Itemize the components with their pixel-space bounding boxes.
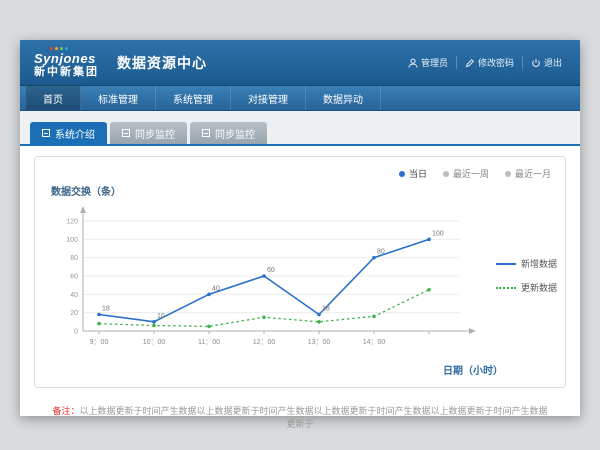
logo-dots-icon [50, 47, 99, 50]
svg-text:9：00: 9：00 [90, 339, 109, 346]
change-password-button[interactable]: 修改密码 [456, 56, 522, 69]
tab-grid-icon [42, 129, 50, 137]
period-legend: 当日 最近一周 最近一月 [399, 167, 551, 180]
app-header: Synjones 新中新集团 数据资源中心 管理员 修改密码 退出 [20, 40, 580, 86]
tab-sync-monitor-1-label: 同步监控 [135, 126, 175, 141]
svg-text:120: 120 [66, 219, 78, 226]
logout-icon [531, 58, 541, 68]
tab-sync-monitor-2-label: 同步监控 [215, 126, 255, 141]
series-line-sample-icon [496, 263, 516, 265]
legend-series-new-data[interactable]: 新增数据 [496, 257, 557, 270]
content-area: 系统介绍 同步监控 同步监控 当日 最近一周 最近一月 数据交换（条） 0 20 40 60 8… [20, 111, 580, 415]
legend-last-month[interactable]: 最近一月 [505, 167, 551, 180]
legend-dot-icon [399, 171, 405, 177]
svg-text:100: 100 [432, 230, 444, 237]
nav-item-standards[interactable]: 标准管理 [81, 86, 156, 110]
svg-text:60: 60 [70, 274, 78, 281]
tab-strip: 系统介绍 同步监控 同步监控 [20, 111, 580, 144]
nav-item-home[interactable]: 首页 [26, 86, 81, 110]
nav-item-data-change[interactable]: 数据异动 [306, 86, 381, 110]
svg-text:13：00: 13：00 [308, 339, 331, 346]
user-icon [408, 58, 418, 68]
legend-series-updated-data[interactable]: 更新数据 [496, 281, 557, 294]
nav-item-integration[interactable]: 对接管理 [231, 86, 306, 110]
tab-sync-monitor-2[interactable]: 同步监控 [190, 122, 267, 144]
svg-text:80: 80 [377, 249, 385, 256]
chart-x-axis-title: 日期（小时） [443, 362, 503, 377]
page-title: 数据资源中心 [117, 53, 207, 73]
svg-text:80: 80 [70, 255, 78, 262]
svg-text:40: 40 [70, 292, 78, 299]
legend-last-week[interactable]: 最近一周 [443, 167, 489, 180]
nav-item-system[interactable]: 系统管理 [156, 86, 231, 110]
tab-sync-monitor-1[interactable]: 同步监控 [110, 122, 187, 144]
app-window: Synjones 新中新集团 数据资源中心 管理员修改密码退出 首页标准管理系统… [20, 40, 580, 416]
series-legend: 新增数据更新数据 [496, 257, 557, 305]
brand-logo-text: Synjones [34, 52, 99, 65]
logout-button-label: 退出 [544, 56, 562, 69]
tab-underline [20, 144, 580, 146]
legend-today-label: 当日 [409, 167, 427, 180]
svg-text:18: 18 [322, 306, 330, 313]
change-password-button-label: 修改密码 [478, 56, 514, 69]
edit-icon [465, 58, 475, 68]
remark-label: 备注： [52, 406, 79, 416]
series-line-sample-icon [496, 287, 516, 289]
legend-last-month-label: 最近一月 [515, 167, 551, 180]
admin-user-button-label: 管理员 [421, 56, 448, 69]
main-nav: 首页标准管理系统管理对接管理数据异动 [20, 86, 580, 111]
brand-logo: Synjones 新中新集团 [34, 47, 99, 78]
tab-system-intro-label: 系统介绍 [55, 126, 95, 141]
chart-y-axis-title: 数据交换（条） [51, 183, 121, 198]
tab-system-intro[interactable]: 系统介绍 [30, 122, 107, 144]
tab-grid-icon [202, 129, 210, 137]
remark-text: 以上数据更新于时间产生数据以上数据更新于时间产生数据以上数据更新于时间产生数据以… [80, 406, 548, 429]
svg-text:100: 100 [66, 237, 78, 244]
chart-panel: 当日 最近一周 最近一月 数据交换（条） 0 20 40 60 80 100 120 9：00 10… [34, 156, 566, 388]
legend-last-week-label: 最近一周 [453, 167, 489, 180]
legend-today[interactable]: 当日 [399, 167, 427, 180]
svg-text:0: 0 [74, 329, 78, 336]
svg-text:14：00: 14：00 [363, 339, 386, 346]
legend-dot-icon [443, 171, 449, 177]
legend-series-new-data-label: 新增数据 [521, 257, 557, 270]
legend-dot-icon [505, 171, 511, 177]
svg-text:12：00: 12：00 [253, 339, 276, 346]
svg-text:18: 18 [102, 306, 110, 313]
svg-text:40: 40 [212, 285, 220, 292]
svg-text:10：00: 10：00 [143, 339, 166, 346]
user-menu: 管理员 修改密码 退出 [400, 56, 570, 69]
svg-text:60: 60 [267, 267, 275, 274]
remark-note: 备注：以上数据更新于时间产生数据以上数据更新于时间产生数据以上数据更新于时间产生… [20, 404, 580, 430]
svg-text:20: 20 [70, 310, 78, 317]
tab-grid-icon [122, 129, 130, 137]
logout-button[interactable]: 退出 [522, 56, 570, 69]
admin-user-button[interactable]: 管理员 [400, 56, 456, 69]
line-chart: 0 20 40 60 80 100 120 9：00 10：00 11：00 12：00 13：00 1… [41, 201, 497, 369]
brand-company-name: 新中新集团 [34, 67, 99, 78]
legend-series-updated-data-label: 更新数据 [521, 281, 557, 294]
svg-text:10: 10 [157, 313, 165, 320]
svg-text:11：00: 11：00 [198, 339, 220, 346]
